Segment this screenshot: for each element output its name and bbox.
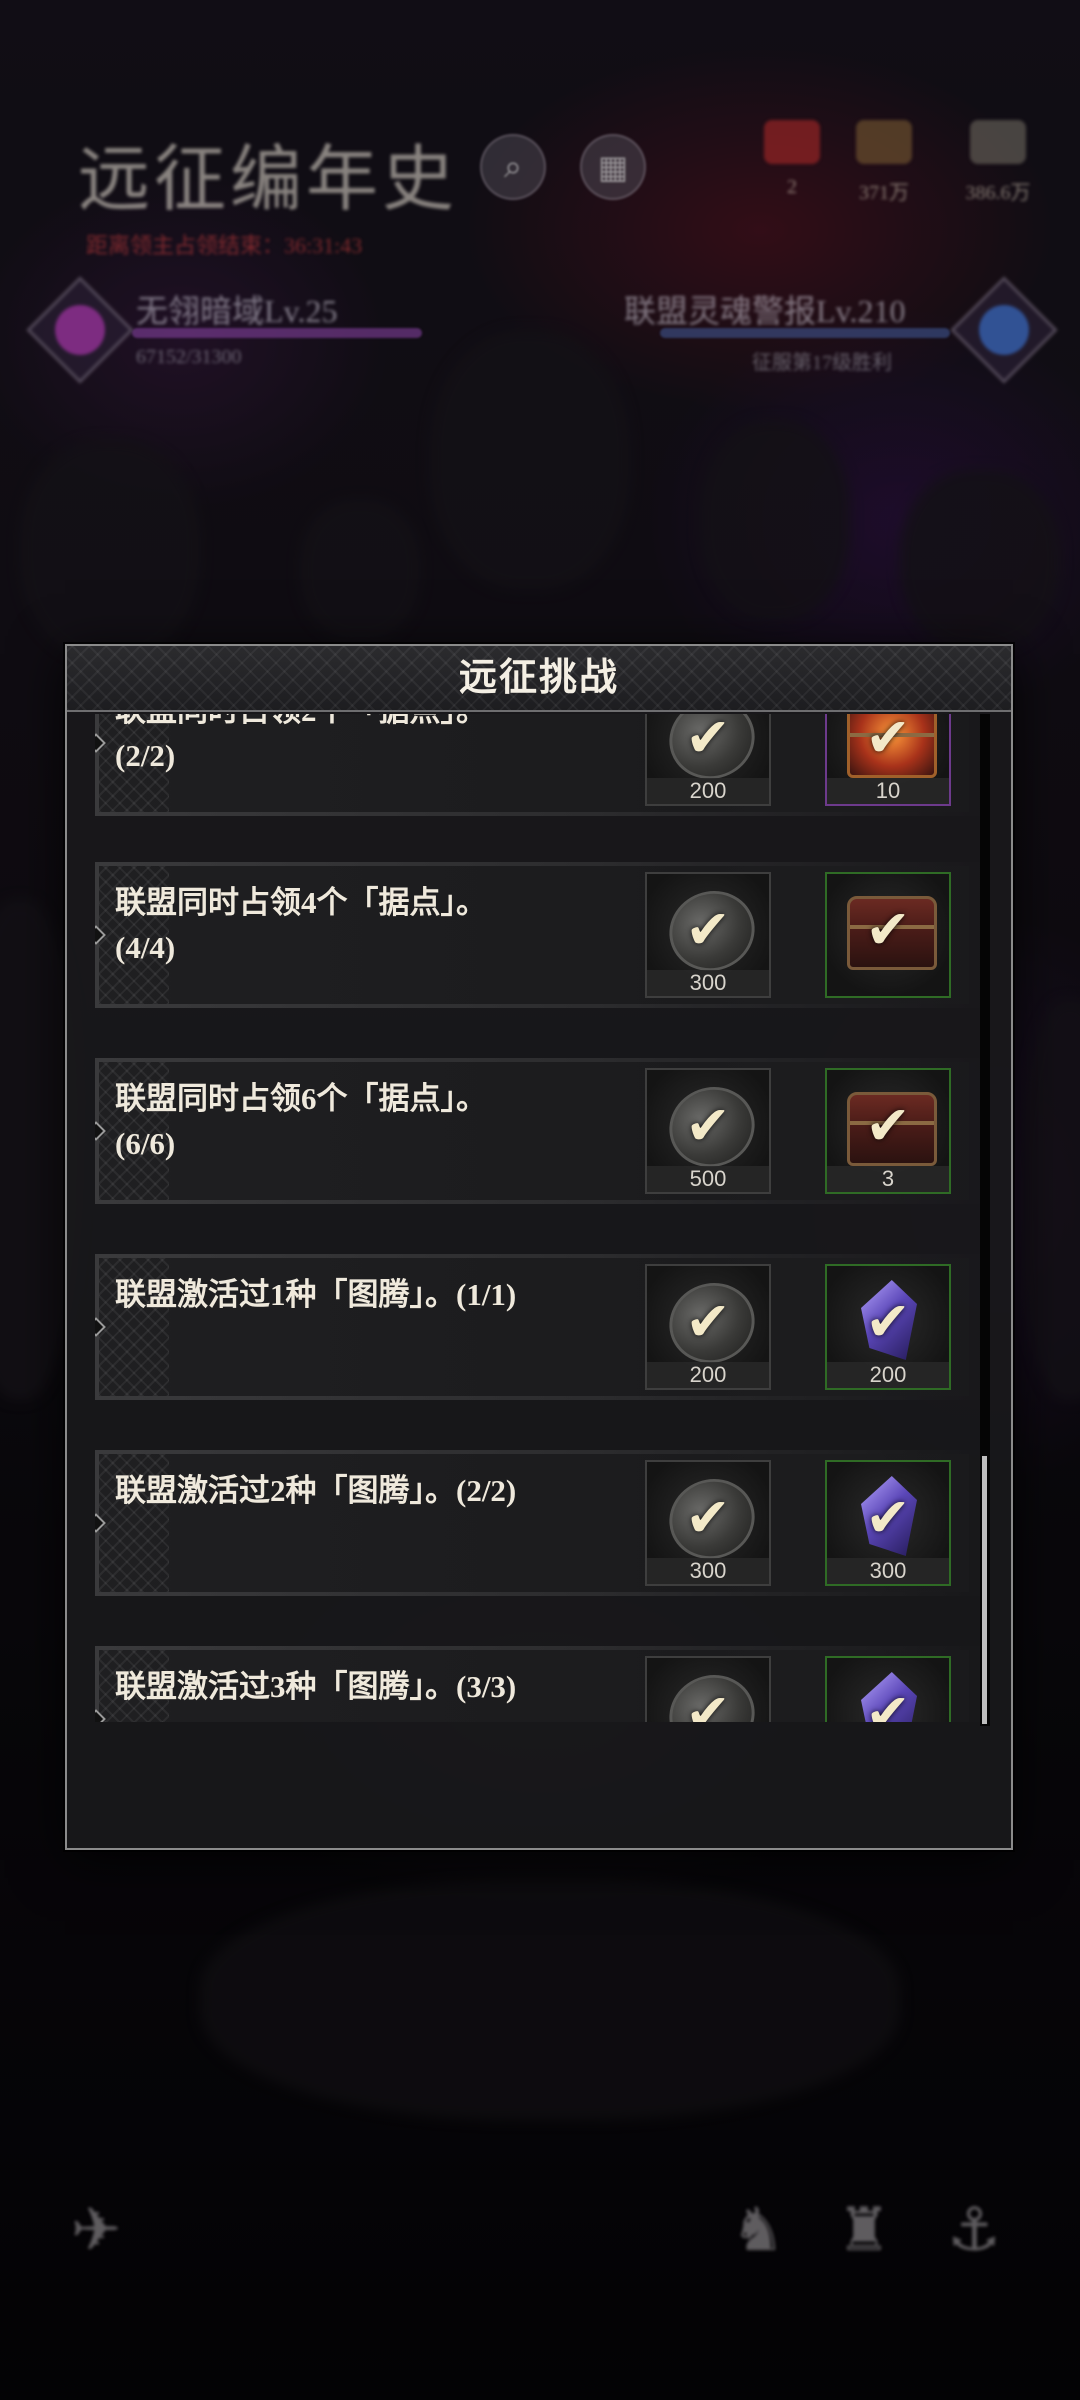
right-guild-sub: 征服第17级胜利 xyxy=(752,352,892,374)
check-icon: ✔ xyxy=(865,1486,911,1549)
reward-slot-crystal[interactable]: ✔ 300 xyxy=(825,1460,951,1586)
check-icon: ✔ xyxy=(685,898,731,961)
helmet-icon[interactable]: ♞ xyxy=(718,2190,798,2270)
flag-icon xyxy=(764,120,820,164)
challenge-row: 联盟同时占领4个「据点」。(4/4) ✔ 300 ✔ xyxy=(95,862,981,1010)
reward-slot-coin[interactable]: ✔ 200 xyxy=(645,714,771,806)
left-guild-name: 无翎暗域Lv.25 xyxy=(136,293,338,329)
expedition-challenge-dialog: 远征挑战 联盟同时占领2个「据点」。(2/2) ✔ 200 ✔ 10 联盟同时占… xyxy=(65,644,1013,1850)
check-icon: ✔ xyxy=(685,714,731,769)
resource-ore: 386.6万 xyxy=(958,120,1038,205)
reward-slot-chest[interactable]: ✔ 3 xyxy=(825,1068,951,1194)
check-icon: ✔ xyxy=(865,1094,911,1157)
ore-icon xyxy=(970,120,1026,164)
scrollbar[interactable] xyxy=(980,714,990,1726)
challenge-text: 联盟同时占领2个「据点」。(2/2) xyxy=(115,714,487,773)
challenge-row: 联盟激活过2种「图腾」。(2/2) ✔ 300 ✔ 300 xyxy=(95,1450,981,1598)
wood-icon xyxy=(856,120,912,164)
reward-slot-chest[interactable]: ✔ 10 xyxy=(825,714,951,806)
resource-flag: 2 xyxy=(752,120,832,199)
occupation-timer: 距离领主占领结束：36:31:43 xyxy=(86,233,363,258)
check-icon: ✔ xyxy=(865,898,911,961)
right-guild-name: 联盟灵魂警报Lv.210 xyxy=(624,293,906,329)
back-icon[interactable]: ✈ xyxy=(56,2190,136,2270)
challenge-text: 联盟激活过3种「图腾」。(3/3) xyxy=(115,1669,517,1704)
check-icon: ✔ xyxy=(685,1290,731,1353)
dialog-title: 远征挑战 xyxy=(458,657,619,699)
boot-icon[interactable]: ⚓ xyxy=(934,2190,1014,2270)
resource-wood: 371万 xyxy=(844,120,924,205)
check-icon: ✔ xyxy=(685,1486,731,1549)
challenge-text: 联盟激活过2种「图腾」。(2/2) xyxy=(115,1473,517,1508)
challenge-text: 联盟同时占领4个「据点」。(4/4) xyxy=(115,885,487,965)
challenge-text: 联盟同时占领6个「据点」。(6/6) xyxy=(115,1081,487,1161)
left-guild-bar xyxy=(132,328,422,338)
check-icon: ✔ xyxy=(685,1682,731,1723)
reward-slot-coin[interactable]: ✔ 500 xyxy=(645,1656,771,1722)
check-icon: ✔ xyxy=(865,714,911,769)
check-icon: ✔ xyxy=(865,1290,911,1353)
search-icon[interactable]: ⌕ xyxy=(480,134,546,200)
challenge-list[interactable]: 联盟同时占领2个「据点」。(2/2) ✔ 200 ✔ 10 联盟同时占领4个「据… xyxy=(95,714,981,1722)
reward-slot-coin[interactable]: ✔ 200 xyxy=(645,1264,771,1390)
reward-slot-coin[interactable]: ✔ 300 xyxy=(645,872,771,998)
left-guild-progress: 67152/31300 xyxy=(136,346,242,368)
challenge-row: 联盟激活过1种「图腾」。(1/1) ✔ 200 ✔ 200 xyxy=(95,1254,981,1402)
book-icon[interactable]: ▦ xyxy=(580,134,646,200)
reward-slot-chest[interactable]: ✔ xyxy=(825,872,951,998)
right-guild-bar xyxy=(660,328,950,338)
challenge-row: 联盟同时占领6个「据点」。(6/6) ✔ 500 ✔ 3 xyxy=(95,1058,981,1206)
reward-slot-crystal[interactable]: ✔ 300 xyxy=(825,1656,951,1722)
scrollbar-thumb[interactable] xyxy=(982,1456,987,1724)
reward-slot-crystal[interactable]: ✔ 200 xyxy=(825,1264,951,1390)
warrior-icon[interactable]: ♜ xyxy=(824,2190,904,2270)
reward-slot-coin[interactable]: ✔ 500 xyxy=(645,1068,771,1194)
challenge-row: 联盟激活过3种「图腾」。(3/3) ✔ 500 ✔ 300 xyxy=(95,1646,981,1722)
challenge-text: 联盟激活过1种「图腾」。(1/1) xyxy=(115,1277,517,1312)
check-icon: ✔ xyxy=(685,1094,731,1157)
check-icon: ✔ xyxy=(865,1682,911,1723)
page-title: 远征编年史 xyxy=(78,140,459,220)
reward-slot-coin[interactable]: ✔ 300 xyxy=(645,1460,771,1586)
challenge-row: 联盟同时占领2个「据点」。(2/2) ✔ 200 ✔ 10 xyxy=(95,714,981,818)
